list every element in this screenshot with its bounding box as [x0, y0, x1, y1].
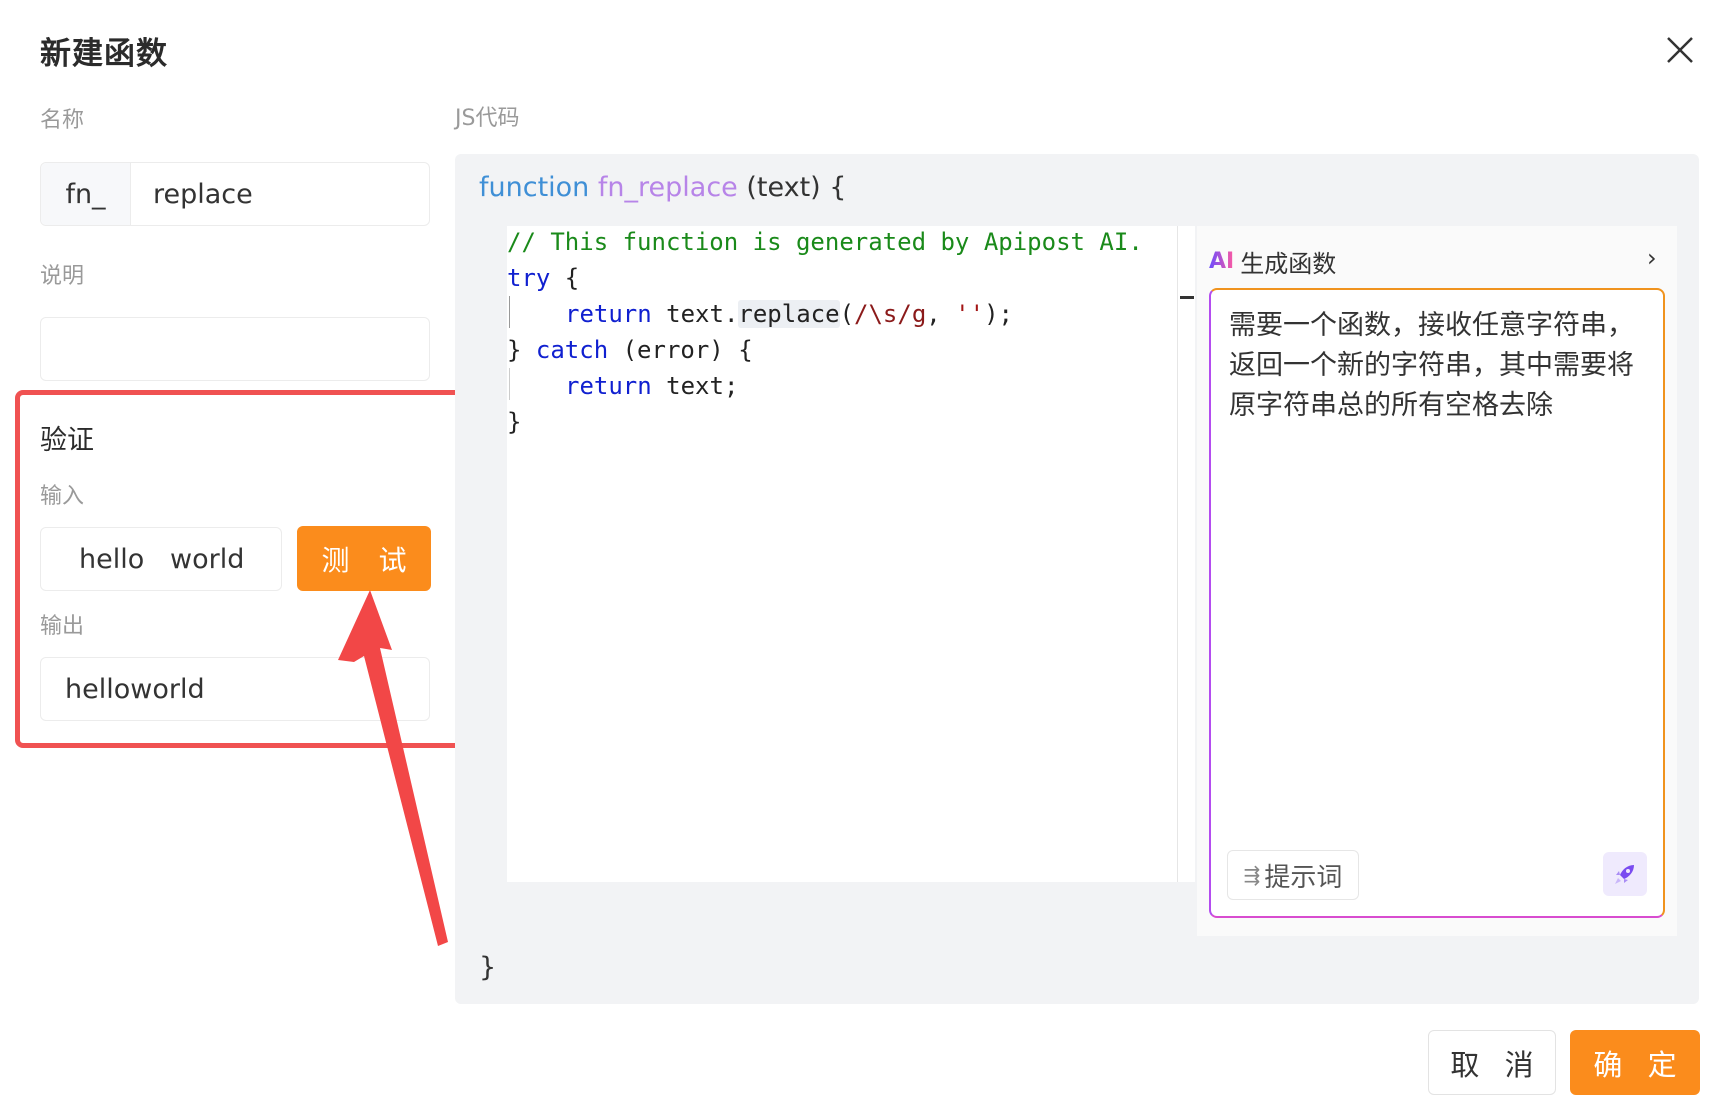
indent-guide	[509, 368, 510, 400]
prompt-words-button[interactable]: ⇶ 提示词	[1227, 850, 1359, 900]
prompt-words-label: 提示词	[1264, 862, 1343, 893]
ai-header: AI 生成函数	[1209, 244, 1336, 279]
kw-catch: catch	[535, 336, 609, 364]
code-text: ,	[926, 300, 956, 328]
sig-params: (text) {	[737, 172, 847, 203]
kw-return: return	[565, 372, 652, 400]
string-literal: ''	[955, 300, 985, 328]
scroll-thumb[interactable]	[1180, 296, 1194, 299]
rocket-icon	[1615, 865, 1634, 884]
annotation-arrow-icon	[338, 590, 448, 946]
name-label: 名称	[40, 108, 85, 133]
code-text: }	[507, 336, 536, 364]
code-text: text.	[651, 300, 739, 328]
confirm-button[interactable]: 确 定	[1570, 1030, 1700, 1095]
code-line-6: }	[507, 408, 522, 436]
method-replace: replace	[738, 300, 840, 328]
desc-label: 说明	[40, 264, 85, 289]
output-label: 输出	[40, 614, 85, 639]
regex-literal: /\s/g	[854, 300, 927, 328]
editor-scrollbar[interactable]	[1177, 226, 1195, 882]
name-prefix: fn_	[41, 163, 131, 225]
new-function-dialog: 新建函数 名称 fn_ replace 说明 验证 输入 hello world…	[0, 0, 1714, 1102]
code-line-5: return text;	[565, 372, 738, 400]
ai-prompt-text[interactable]: 需要一个函数，接收任意字符串，返回一个新的字符串，其中需要将原字符串总的所有空格…	[1229, 306, 1639, 426]
input-label: 输入	[40, 484, 85, 509]
code-label: JS代码	[455, 106, 520, 131]
code-text: text;	[651, 372, 739, 400]
close-icon	[1667, 37, 1693, 63]
sig-name: fn_replace	[597, 172, 738, 203]
verify-title: 验证	[40, 425, 94, 456]
kw-return: return	[565, 300, 652, 328]
ai-logo-icon: AI	[1209, 249, 1235, 274]
name-input[interactable]: replace	[131, 163, 429, 225]
code-line-4: } catch (error) {	[507, 336, 753, 364]
cancel-button[interactable]: 取 消	[1428, 1030, 1556, 1095]
code-panel: function fn_replace (text) { // This fun…	[455, 154, 1699, 1004]
kw-try: try	[507, 264, 551, 292]
code-line-2: try {	[507, 264, 579, 292]
ai-generate-panel: AI 生成函数 › 需要一个函数，接收任意字符串，返回一个新的字符串，其中需要将…	[1197, 226, 1677, 936]
chevron-right-icon[interactable]: ›	[1647, 244, 1657, 272]
function-signature: function fn_replace (text) {	[479, 172, 846, 203]
dialog-title: 新建函数	[40, 36, 168, 72]
close-button[interactable]	[1660, 30, 1700, 70]
code-text: );	[984, 300, 1013, 328]
ai-title: 生成函数	[1240, 250, 1337, 278]
prompt-icon: ⇶	[1243, 863, 1261, 887]
sig-keyword: function	[479, 172, 590, 203]
name-field[interactable]: fn_ replace	[40, 162, 430, 226]
test-button[interactable]: 测 试	[297, 526, 431, 591]
code-line-1: // This function is generated by Apipost…	[507, 228, 1143, 256]
code-text: {	[550, 264, 580, 292]
code-text: (	[839, 300, 855, 328]
ai-prompt-textarea[interactable]: 需要一个函数，接收任意字符串，返回一个新的字符串，其中需要将原字符串总的所有空格…	[1209, 288, 1665, 918]
indent-guide	[509, 296, 510, 328]
test-input[interactable]: hello world	[40, 527, 282, 591]
generate-send-button[interactable]	[1603, 852, 1647, 896]
desc-input[interactable]	[40, 317, 430, 381]
code-editor[interactable]: // This function is generated by Apipost…	[507, 226, 1177, 882]
code-text: (error) {	[608, 336, 753, 364]
closing-brace: }	[479, 952, 497, 983]
code-line-3: return text.replace(/\s/g, '');	[565, 300, 1013, 328]
